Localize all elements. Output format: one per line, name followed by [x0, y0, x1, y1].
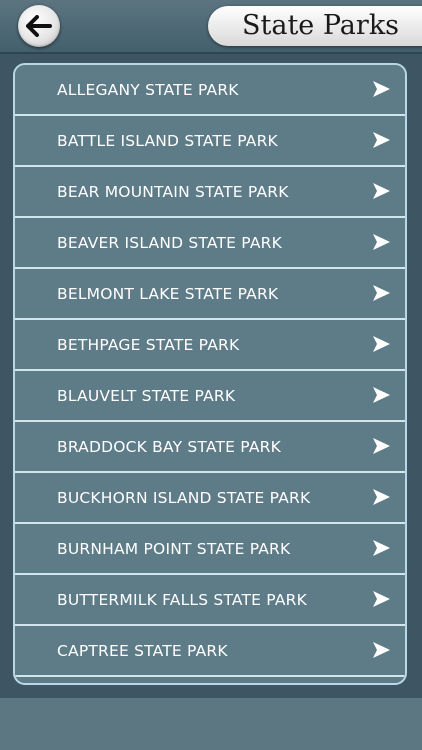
back-button[interactable]: [18, 5, 60, 47]
right-arrow-icon: [373, 81, 390, 97]
list-item[interactable]: BURNHAM POINT STATE PARK: [15, 524, 405, 575]
list-item-label: BRADDOCK BAY STATE PARK: [57, 437, 281, 456]
list-item-label: BUTTERMILK FALLS STATE PARK: [57, 590, 307, 609]
list-item-label: BLAUVELT STATE PARK: [57, 386, 236, 405]
right-arrow-icon: [373, 285, 390, 301]
bottom-bar: [0, 698, 422, 750]
list-item-label: BURNHAM POINT STATE PARK: [57, 539, 291, 558]
list-item[interactable]: BATTLE ISLAND STATE PARK: [15, 116, 405, 167]
list-item[interactable]: ALLEGANY STATE PARK: [15, 65, 405, 116]
page-title: State Parks: [242, 10, 400, 41]
list-item-label: BEAVER ISLAND STATE PARK: [57, 233, 282, 252]
right-arrow-icon: [373, 438, 390, 454]
left-arrow-icon: [26, 15, 52, 37]
list-item-label: ALLEGANY STATE PARK: [57, 80, 239, 99]
park-list: ALLEGANY STATE PARK BATTLE ISLAND STATE …: [15, 65, 405, 677]
list-item-label: BETHPAGE STATE PARK: [57, 335, 240, 354]
list-item-label: BATTLE ISLAND STATE PARK: [57, 131, 278, 150]
right-arrow-icon: [373, 591, 390, 607]
list-item-label: CAPTREE STATE PARK: [57, 641, 228, 660]
right-arrow-icon: [373, 336, 390, 352]
park-list-panel[interactable]: ALLEGANY STATE PARK BATTLE ISLAND STATE …: [13, 63, 407, 685]
list-item[interactable]: BUTTERMILK FALLS STATE PARK: [15, 575, 405, 626]
list-item-label: BUCKHORN ISLAND STATE PARK: [57, 488, 311, 507]
right-arrow-icon: [373, 234, 390, 250]
right-arrow-icon: [373, 642, 390, 658]
right-arrow-icon: [373, 183, 390, 199]
right-arrow-icon: [373, 489, 390, 505]
right-arrow-icon: [373, 132, 390, 148]
right-arrow-icon: [373, 387, 390, 403]
list-item[interactable]: BEAR MOUNTAIN STATE PARK: [15, 167, 405, 218]
right-arrow-icon: [373, 540, 390, 556]
top-bar: State Parks: [0, 0, 422, 54]
list-item-label: BEAR MOUNTAIN STATE PARK: [57, 182, 289, 201]
list-item[interactable]: BLAUVELT STATE PARK: [15, 371, 405, 422]
title-pill: State Parks: [208, 6, 422, 46]
list-item[interactable]: BRADDOCK BAY STATE PARK: [15, 422, 405, 473]
list-item[interactable]: BELMONT LAKE STATE PARK: [15, 269, 405, 320]
list-item[interactable]: CAPTREE STATE PARK: [15, 626, 405, 677]
list-item-label: BELMONT LAKE STATE PARK: [57, 284, 279, 303]
list-item[interactable]: BUCKHORN ISLAND STATE PARK: [15, 473, 405, 524]
list-item[interactable]: BETHPAGE STATE PARK: [15, 320, 405, 371]
list-item[interactable]: BEAVER ISLAND STATE PARK: [15, 218, 405, 269]
